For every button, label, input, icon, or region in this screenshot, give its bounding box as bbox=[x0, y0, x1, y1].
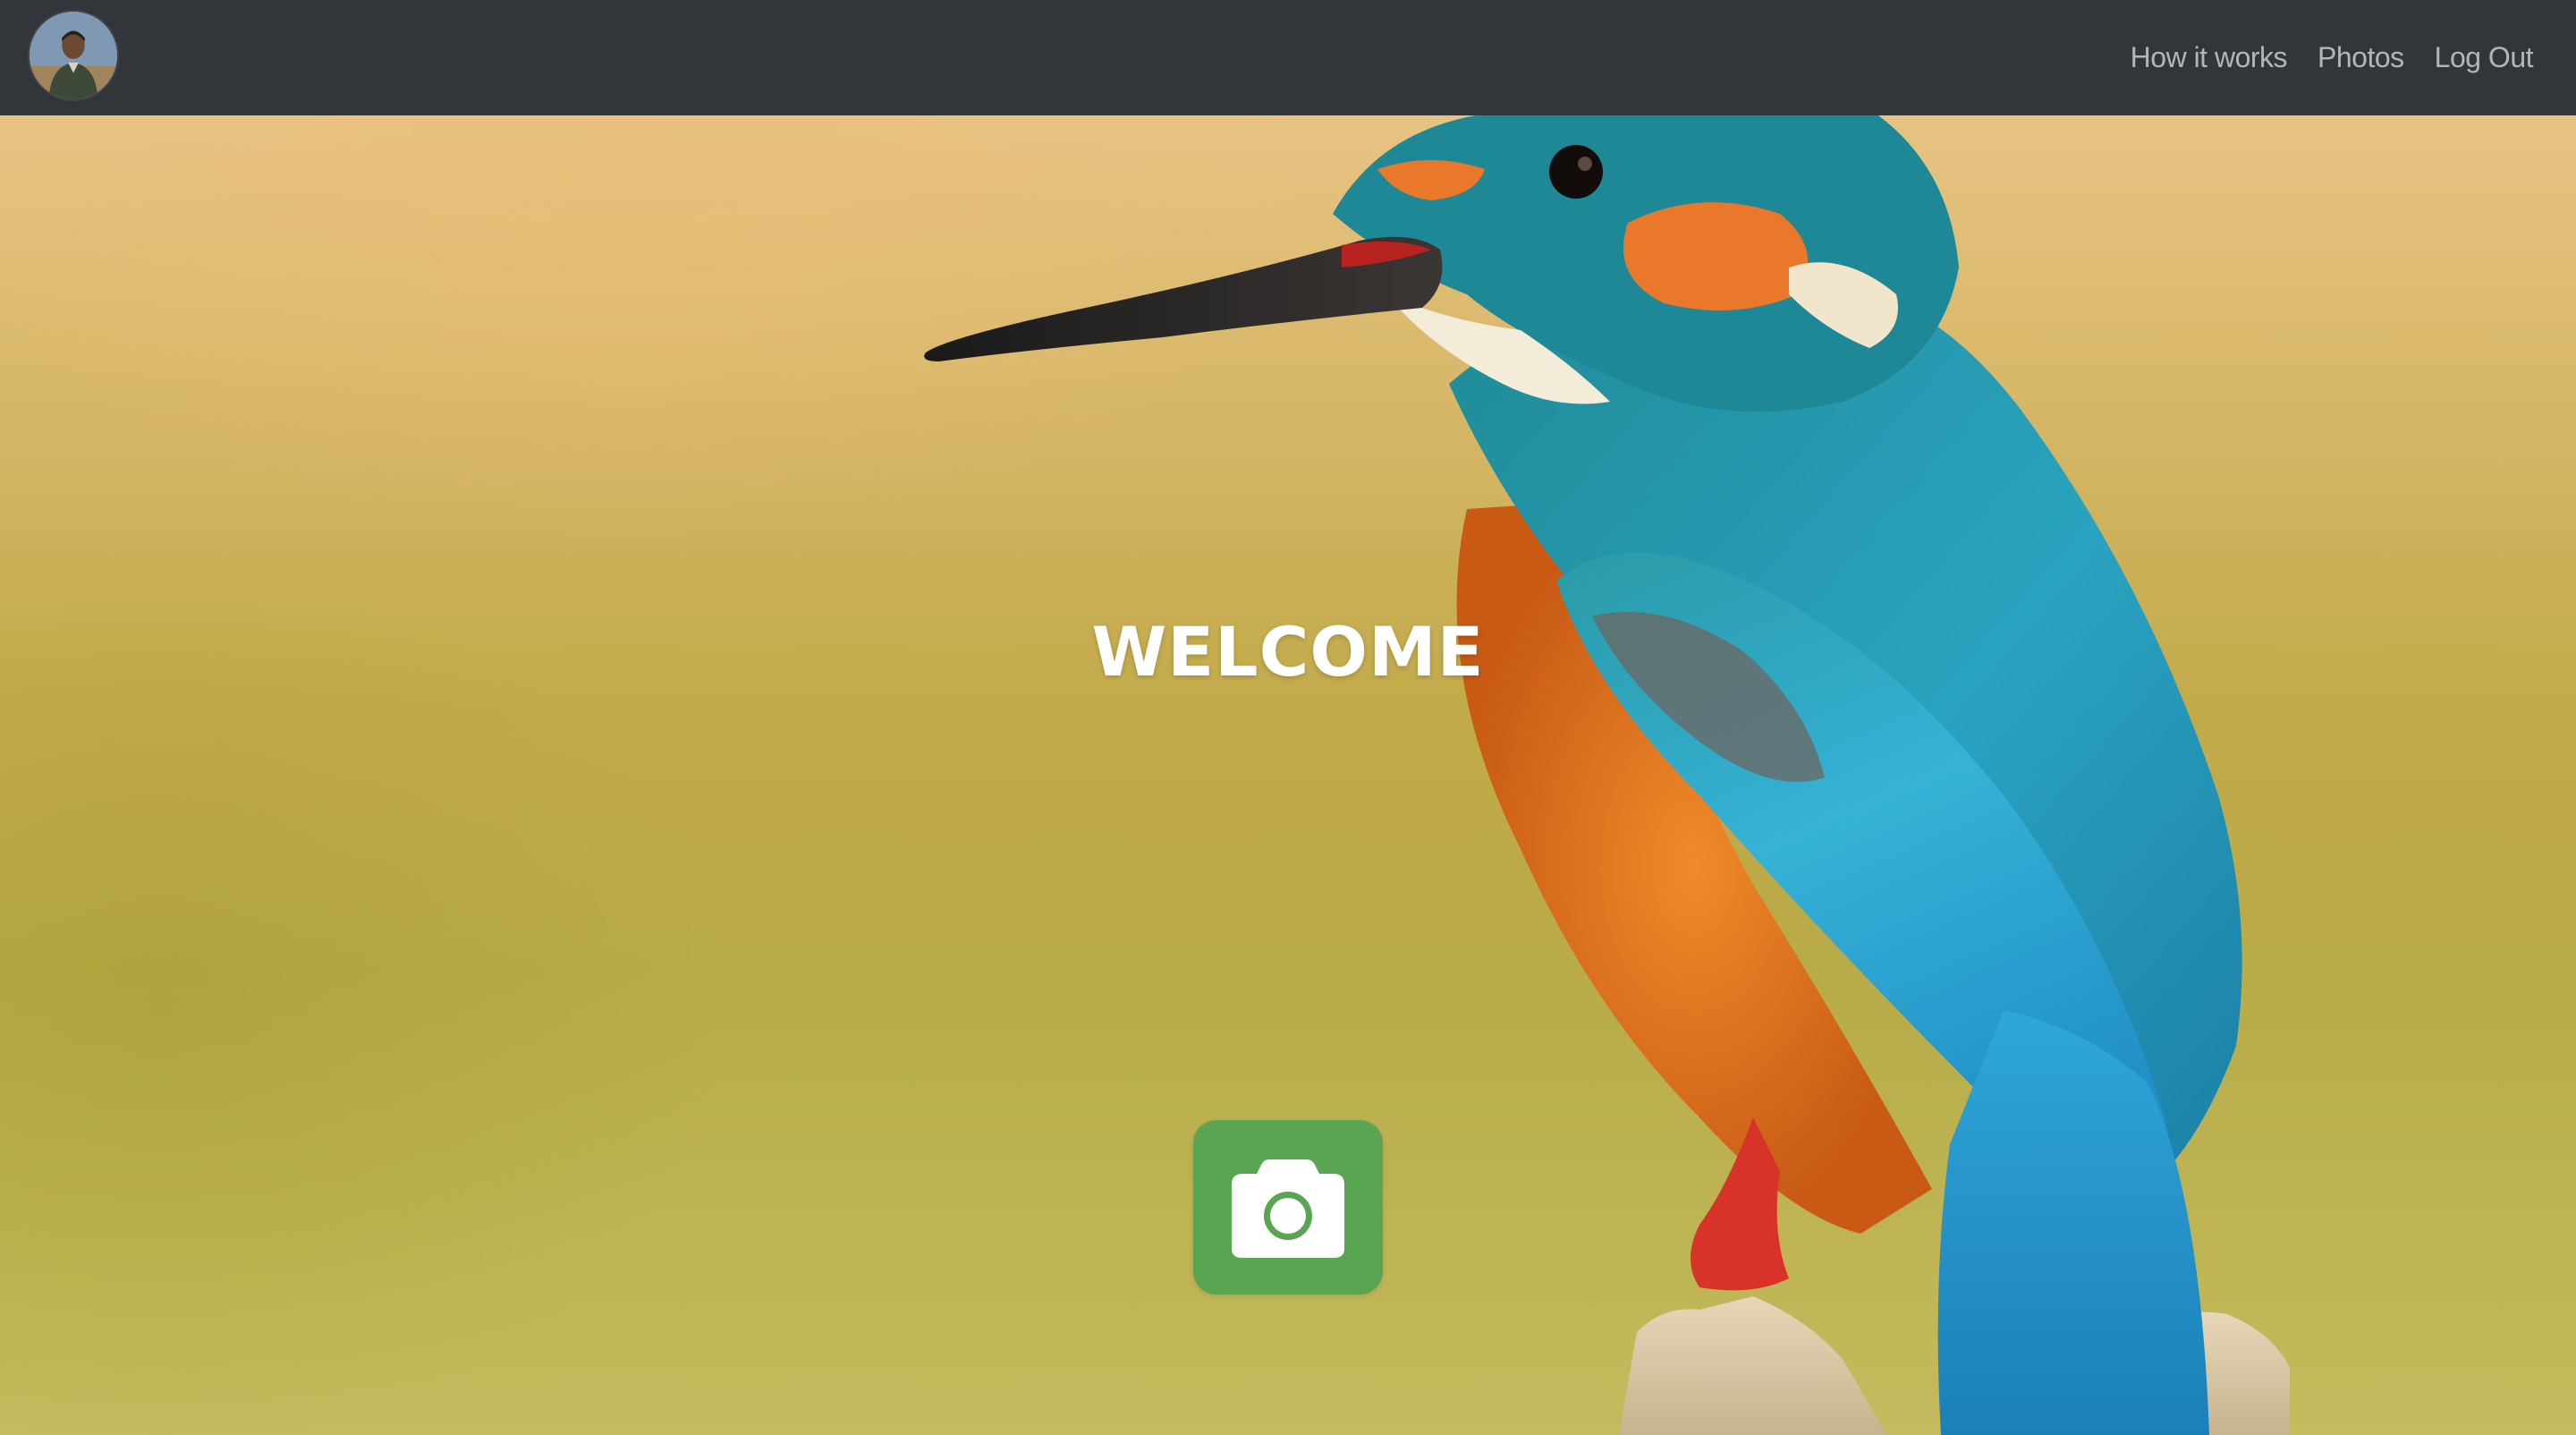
nav-links: How it works Photos Log Out bbox=[2131, 0, 2534, 115]
page: How it works Photos Log Out WELCOME bbox=[0, 0, 2576, 1435]
welcome-heading: WELCOME bbox=[1091, 612, 1485, 692]
user-avatar[interactable] bbox=[30, 12, 117, 99]
nav-photos-link[interactable]: Photos bbox=[2318, 41, 2404, 74]
camera-upload-button[interactable] bbox=[1193, 1120, 1383, 1295]
hero-section: WELCOME bbox=[0, 115, 2576, 1435]
nav-how-it-works-link[interactable]: How it works bbox=[2131, 41, 2288, 74]
nav-log-out-link[interactable]: Log Out bbox=[2435, 41, 2534, 74]
camera-icon bbox=[1232, 1159, 1344, 1258]
top-navbar: How it works Photos Log Out bbox=[0, 0, 2576, 115]
avatar-photo bbox=[30, 12, 117, 99]
